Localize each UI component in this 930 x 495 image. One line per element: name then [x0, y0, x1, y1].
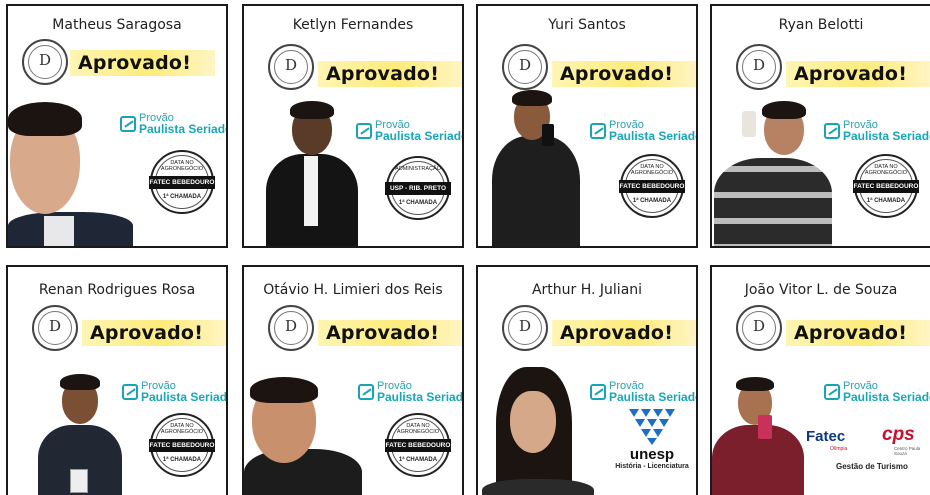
stamp-bottom-text: 1ª CHAMADA	[866, 198, 906, 204]
student-card: Renan Rodrigues Rosa D Aprovado! Provão …	[6, 265, 228, 495]
provao-paulista-logo: Provão Paulista Seriado	[122, 381, 228, 404]
pencil-icon	[590, 123, 606, 139]
student-name: Ketlyn Fernandes	[292, 17, 414, 33]
provao-line2: Paulista Seriado	[375, 129, 464, 143]
stamp-band-text: FATEC BEBEDOURO	[149, 176, 215, 189]
student-name: João Vitor L. de Souza	[744, 282, 898, 298]
student-card: João Vitor L. de Souza D Aprovado! Provã…	[710, 265, 930, 495]
unesp-triangles-icon	[629, 409, 675, 445]
stamp-bottom-text: 1ª CHAMADA	[162, 457, 202, 463]
stamp-band-text: FATEC BEBEDOURO	[385, 439, 451, 452]
approved-badge: Aprovado!	[318, 61, 462, 87]
provao-line2: Paulista Seriado	[377, 390, 464, 404]
approved-badge: Aprovado!	[318, 320, 462, 346]
student-photo	[492, 88, 582, 246]
school-seal: D	[502, 44, 548, 90]
stamp-top-text: DATA NO AGRONEGÓCIO	[160, 423, 204, 435]
student-photo	[712, 377, 807, 495]
fatec-bebedouro-stamp: DATA NO AGRONEGÓCIO FATEC BEBEDOURO 1ª C…	[149, 413, 215, 477]
student-photo	[266, 101, 361, 246]
fatec-bebedouro-stamp: DATA NO AGRONEGÓCIO FATEC BEBEDOURO 1ª C…	[853, 154, 919, 218]
fatec-logo: Fatec	[806, 428, 846, 445]
student-name: Ryan Belotti	[778, 17, 864, 33]
provao-line2: Paulista Seriado	[843, 129, 930, 143]
school-seal: D	[736, 44, 782, 90]
provao-line2: Paulista Seriado	[141, 390, 228, 404]
student-card: Yuri Santos D Aprovado! Provão Paulista …	[476, 4, 698, 248]
fatec-bebedouro-stamp: DATA NO AGRONEGÓCIO FATEC BEBEDOURO 1ª C…	[149, 150, 215, 214]
student-photo	[38, 372, 128, 495]
unesp-name: unesp	[629, 446, 675, 463]
stamp-top-text: DATA NO AGRONEGÓCIO	[630, 164, 674, 176]
provao-paulista-logo: Provão Paulista Seriado	[590, 381, 698, 404]
cps-logo: cps	[882, 424, 915, 445]
student-card: Ryan Belotti D Aprovado! Provão Paulista…	[710, 4, 930, 248]
approved-badge: Aprovado!	[552, 61, 696, 87]
student-name: Matheus Saragosa	[52, 17, 182, 33]
provao-line2: Paulista Seriado	[609, 129, 698, 143]
school-seal: D	[502, 305, 548, 351]
unesp-course: História - Licenciatura	[615, 463, 689, 470]
provao-line2: Paulista Seriado	[843, 390, 930, 404]
school-seal: D	[268, 305, 314, 351]
student-card: Matheus Saragosa D Aprovado! Provão Paul…	[6, 4, 228, 248]
cps-subtitle: Centro Paula Souza	[894, 446, 921, 456]
fatec-bebedouro-stamp: DATA NO AGRONEGÓCIO FATEC BEBEDOURO 1ª C…	[619, 154, 685, 218]
stamp-top-text: ADMINISTRAÇÃO	[395, 166, 441, 172]
student-photo	[478, 367, 598, 495]
provao-line2: Paulista Seriado	[609, 390, 698, 404]
stamp-top-text: DATA NO AGRONEGÓCIO	[864, 164, 908, 176]
student-photo	[8, 96, 133, 246]
student-name: Renan Rodrigues Rosa	[38, 282, 196, 298]
course-name: Gestão de Turismo	[836, 462, 908, 471]
provao-paulista-logo: Provão Paulista Seriado	[590, 120, 698, 143]
provao-line2: Paulista Seriado	[139, 122, 228, 136]
student-card: Ketlyn Fernandes D Aprovado! Provão Paul…	[242, 4, 464, 248]
student-name: Yuri Santos	[548, 17, 626, 33]
student-photo	[244, 375, 364, 495]
provao-paulista-logo: Provão Paulista Seriado	[356, 120, 464, 143]
school-seal: D	[268, 44, 314, 90]
provao-paulista-logo: Provão Paulista Seriado	[824, 381, 930, 403]
provao-paulista-logo: Provão Paulista Seriado	[824, 120, 930, 142]
student-photo	[712, 101, 837, 246]
stamp-band-text: USP - RIB. PRETO	[385, 182, 451, 195]
approved-badge: Aprovado!	[786, 61, 930, 87]
fatec-campus: Olímpia	[830, 446, 848, 452]
stamp-top-text: DATA NO AGRONEGÓCIO	[160, 160, 204, 172]
stamp-band-text: FATEC BEBEDOURO	[619, 180, 685, 193]
stamp-bottom-text: 1ª CHAMADA	[632, 198, 672, 204]
pencil-icon	[824, 384, 840, 400]
stamp-bottom-text: 1ª CHAMADA	[398, 200, 438, 206]
fatec-bebedouro-stamp: DATA NO AGRONEGÓCIO FATEC BEBEDOURO 1ª C…	[385, 413, 451, 477]
school-seal: D	[22, 39, 68, 85]
provao-paulista-logo: Provão Paulista Seriado	[358, 381, 464, 404]
student-name: Otávio H. Limieri dos Reis	[263, 282, 443, 298]
student-name: Arthur H. Juliani	[531, 282, 643, 298]
approved-badge: Aprovado!	[70, 50, 216, 76]
approved-badge: Aprovado!	[82, 320, 226, 346]
school-seal: D	[736, 305, 782, 351]
school-seal: D	[32, 305, 78, 351]
usp-stamp: ADMINISTRAÇÃO USP - RIB. PRETO 1ª CHAMAD…	[385, 156, 451, 220]
student-card: Otávio H. Limieri dos Reis D Aprovado! P…	[242, 265, 464, 495]
stamp-band-text: FATEC BEBEDOURO	[853, 180, 919, 193]
provao-paulista-logo: Provão Paulista Seriado	[120, 113, 228, 136]
unesp-logo: unesp História - Licenciatura	[614, 409, 690, 470]
stamp-bottom-text: 1ª CHAMADA	[162, 194, 202, 200]
stamp-band-text: FATEC BEBEDOURO	[149, 439, 215, 452]
stamp-top-text: DATA NO AGRONEGÓCIO	[396, 423, 440, 435]
approved-badge: Aprovado!	[786, 320, 930, 346]
approved-badge: Aprovado!	[552, 320, 696, 346]
student-card: Arthur H. Juliani D Aprovado! Provão Pau…	[476, 265, 698, 495]
stamp-bottom-text: 1ª CHAMADA	[398, 457, 438, 463]
